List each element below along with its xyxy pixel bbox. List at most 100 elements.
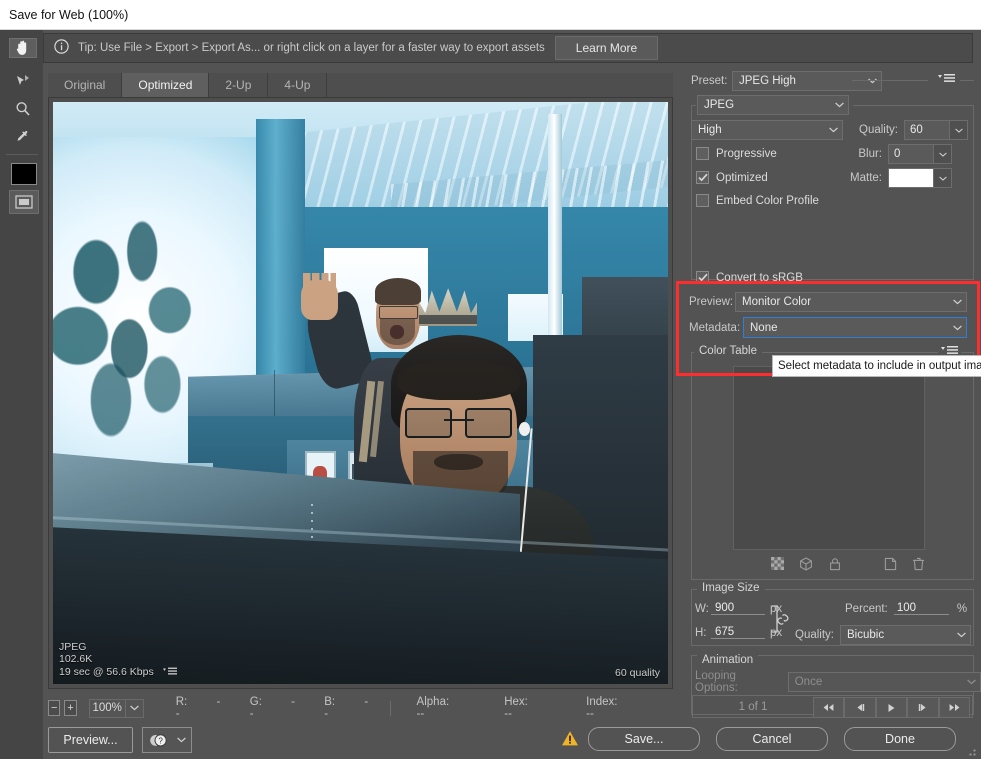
embed-profile-row: Embed Color Profile: [696, 194, 819, 207]
resample-quality-select[interactable]: Bicubic: [840, 625, 971, 645]
zoom-tool[interactable]: [9, 96, 37, 122]
quality-field[interactable]: 60: [904, 120, 968, 140]
chevron-down-icon: [948, 299, 966, 305]
compression-value: High: [698, 124, 722, 136]
toggle-slices-visibility[interactable]: [9, 190, 39, 214]
done-button[interactable]: Done: [844, 727, 956, 751]
next-frame-button[interactable]: [907, 697, 939, 718]
slice-select-tool[interactable]: [9, 68, 37, 94]
web-safe-cube-icon[interactable]: [799, 556, 813, 574]
frame-counter: 1 of 1: [738, 700, 768, 713]
height-input[interactable]: 675: [711, 626, 765, 639]
progressive-checkbox[interactable]: [696, 147, 709, 160]
readout-b: B: --: [324, 696, 369, 720]
zoom-in-button[interactable]: +: [64, 700, 77, 716]
preview-canvas[interactable]: JPEG 102.6K 19 sec @ 56.6 Kbps 60 qualit…: [53, 102, 668, 684]
eyedropper-tool[interactable]: [9, 124, 37, 150]
zoom-and-color-readout-bar: − + 100% R: -- G: -- B: -- Alpha: -- Hex…: [48, 696, 673, 720]
hand-tool[interactable]: [9, 38, 37, 58]
color-table-swatch-area[interactable]: [733, 366, 925, 550]
readout-divider: [389, 700, 391, 716]
compression-select[interactable]: High: [691, 120, 843, 140]
first-frame-button[interactable]: [813, 697, 845, 718]
zoom-level-select[interactable]: 100%: [88, 698, 144, 718]
window-title: Save for Web (100%): [9, 7, 129, 22]
matte-color-select[interactable]: [888, 168, 952, 188]
transparency-icon[interactable]: [771, 557, 784, 573]
file-format-select[interactable]: JPEG: [697, 95, 849, 115]
metadata-tooltip: Select metadata to include in output ima…: [772, 355, 981, 377]
chevron-down-icon: [952, 632, 970, 638]
preview-mode-tabs: Original Optimized 2-Up 4-Up: [48, 73, 673, 97]
magnifier-icon: [16, 102, 30, 116]
quality-label: Quality:: [859, 124, 898, 136]
preview-color-row: Preview: Monitor Color: [689, 292, 967, 312]
quality-label: 60 quality: [615, 667, 660, 679]
download-time-label: 19 sec @ 56.6 Kbps: [59, 665, 154, 678]
width-input[interactable]: 900: [711, 602, 765, 615]
blur-field[interactable]: 0: [888, 144, 952, 164]
settings-panel-menu-icon[interactable]: [938, 73, 955, 87]
chevron-down-icon[interactable]: [933, 145, 951, 163]
tab-original[interactable]: Original: [48, 73, 123, 97]
eyedropper-icon: [17, 130, 28, 141]
save-button[interactable]: Save...: [588, 727, 700, 751]
tip-text: Tip: Use File > Export > Export As... or…: [78, 42, 545, 54]
color-readout: R: -- G: -- B: -- Alpha: -- Hex: -- Inde…: [176, 696, 673, 720]
tab-optimized[interactable]: Optimized: [122, 73, 210, 97]
readout-index: Index: --: [586, 696, 618, 720]
zoom-out-button[interactable]: −: [48, 700, 61, 716]
preview-label: Preview:: [689, 296, 734, 308]
resize-grip[interactable]: [969, 747, 978, 756]
looping-options-row: Looping Options: Once: [695, 670, 981, 694]
image-size-title: Image Size: [697, 582, 765, 594]
image-preview-pane[interactable]: JPEG 102.6K 19 sec @ 56.6 Kbps 60 qualit…: [48, 97, 673, 689]
chevron-down-icon: [824, 127, 842, 133]
panel-menu-icon[interactable]: [162, 667, 178, 680]
matte-label: Matte:: [850, 172, 882, 184]
save-for-web-dialog: Save for Web (100%) Tip: Use File > Expo…: [0, 0, 981, 759]
hand-icon: [16, 40, 27, 55]
optimized-label: Optimized: [716, 171, 768, 184]
tab-4up[interactable]: 4-Up: [268, 73, 328, 97]
readout-g: G: --: [249, 696, 295, 720]
zoom-level-value: 100%: [92, 702, 122, 714]
height-label: H:: [695, 626, 707, 639]
embed-color-profile-label: Embed Color Profile: [716, 194, 819, 207]
warning-icon: [561, 730, 579, 750]
looping-options-value: Once: [794, 676, 823, 688]
previous-frame-button[interactable]: [844, 697, 876, 718]
file-format-row: JPEG: [697, 95, 849, 115]
lock-color-icon[interactable]: [829, 557, 841, 574]
play-button[interactable]: [875, 697, 908, 718]
preset-select[interactable]: JPEG High: [732, 71, 882, 91]
preset-rule-left: [852, 80, 928, 81]
chain-link-icon[interactable]: [770, 604, 792, 639]
browser-preview-button[interactable]: ?: [142, 727, 174, 753]
learn-more-button[interactable]: Learn More: [554, 36, 659, 60]
tip-bar: Tip: Use File > Export > Export As... or…: [43, 33, 973, 63]
preview-color-select[interactable]: Monitor Color: [735, 292, 967, 312]
tab-2up[interactable]: 2-Up: [209, 73, 269, 97]
animation-title: Animation: [697, 654, 759, 666]
last-frame-button[interactable]: [938, 697, 971, 718]
delete-color-icon[interactable]: [912, 557, 925, 574]
metadata-select[interactable]: None: [743, 317, 967, 338]
chevron-down-icon[interactable]: [933, 169, 951, 187]
preview-button[interactable]: Preview...: [48, 727, 133, 753]
compression-quality-row: High Quality: 60: [691, 120, 968, 140]
optimized-checkbox[interactable]: [696, 171, 709, 184]
preset-value: JPEG High: [739, 75, 796, 87]
embed-color-profile-checkbox[interactable]: [696, 194, 709, 207]
percent-input[interactable]: 100: [893, 602, 949, 615]
checkmark-icon: [697, 273, 708, 282]
new-color-icon[interactable]: [884, 557, 897, 574]
preview-color-value: Monitor Color: [742, 296, 812, 308]
chevron-down-icon[interactable]: [949, 121, 967, 139]
foreground-color[interactable]: [9, 161, 39, 187]
blur-label: Blur:: [858, 148, 882, 160]
chevron-down-icon: [830, 102, 848, 108]
convert-to-srgb-checkbox[interactable]: [696, 271, 709, 284]
browser-preview-dropdown[interactable]: [172, 727, 192, 753]
cancel-button[interactable]: Cancel: [716, 727, 828, 751]
